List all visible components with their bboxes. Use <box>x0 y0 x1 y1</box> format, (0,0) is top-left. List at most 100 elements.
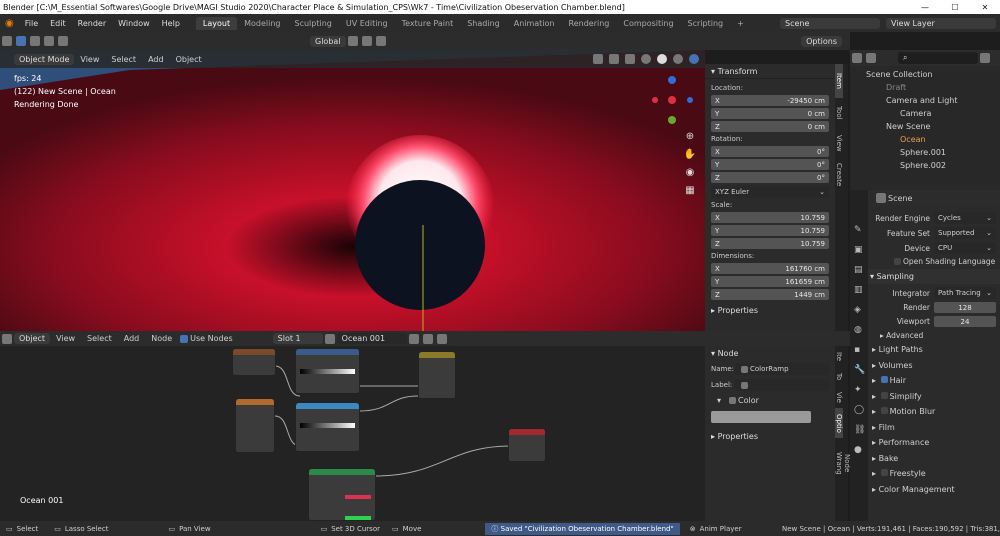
properties-header[interactable]: ▸ Properties <box>711 303 829 318</box>
duplicate-material-icon[interactable] <box>422 333 433 344</box>
object-tab-icon[interactable]: ▪ <box>854 340 864 360</box>
slot-dropdown[interactable]: Slot 1 <box>272 333 323 344</box>
select-extend-icon[interactable] <box>44 36 54 46</box>
shading-wireframe-icon[interactable] <box>641 54 651 64</box>
rotation-z-field[interactable]: Z 0° <box>711 172 829 183</box>
tab-texture-paint[interactable]: Texture Paint <box>395 17 461 30</box>
location-y-field[interactable]: Y0 cm <box>711 108 829 119</box>
node-tab-node-wrangler[interactable]: Node Wrang <box>835 438 851 488</box>
tab-create[interactable]: Create <box>835 158 843 192</box>
sampling-header[interactable]: ▾ Sampling <box>868 269 1000 284</box>
select-subtract-icon[interactable] <box>58 36 68 46</box>
outliner-scene-collection[interactable]: Scene Collection <box>850 68 1000 81</box>
minimize-icon[interactable]: — <box>910 3 940 12</box>
cancel-icon[interactable]: ⊗ <box>680 525 700 533</box>
view-layer-selector[interactable]: View Layer <box>886 17 996 29</box>
proportional-edit-icon[interactable] <box>375 36 386 46</box>
node-noise-texture[interactable] <box>235 398 275 453</box>
menu-help[interactable]: Help <box>156 19 186 28</box>
node-menu-view[interactable]: View <box>50 334 81 343</box>
node-editor[interactable]: Ocean 001 <box>0 346 705 521</box>
dimension-y-field[interactable]: Y 161659 cm <box>711 276 829 287</box>
snap-icon[interactable] <box>361 36 372 46</box>
menu-file[interactable]: File <box>19 19 44 28</box>
node-tab-item[interactable]: Ite <box>835 346 843 368</box>
node-tab-view[interactable]: Vie <box>835 386 843 408</box>
tab-view[interactable]: View <box>835 128 843 158</box>
physics-tab-icon[interactable]: ◯ <box>854 400 864 420</box>
motion-blur-header[interactable]: ▸ Motion Blur <box>872 404 996 420</box>
constraints-tab-icon[interactable]: ⛓ <box>854 420 865 440</box>
tab-rendering[interactable]: Rendering <box>562 17 617 30</box>
node-menu-add[interactable]: Add <box>118 334 146 343</box>
node-properties-header[interactable]: ▸ Properties <box>711 429 829 444</box>
maximize-icon[interactable]: ☐ <box>940 3 970 12</box>
display-mode-icon[interactable] <box>866 53 876 63</box>
tab-compositing[interactable]: Compositing <box>616 17 680 30</box>
node-menu-select[interactable]: Select <box>81 334 118 343</box>
outliner-type-icon[interactable] <box>852 53 862 63</box>
render-engine-dropdown[interactable]: Cycles ⌄ <box>934 212 996 224</box>
modifier-tab-icon[interactable]: 🔧 <box>854 360 865 380</box>
blender-logo-icon[interactable]: ◉ <box>0 18 19 29</box>
close-icon[interactable]: ✕ <box>970 3 1000 12</box>
viewport-menu-select[interactable]: Select <box>105 55 142 64</box>
scale-y-field[interactable]: Y 10.759 <box>711 225 829 236</box>
outliner-camera-and-light[interactable]: Camera and Light <box>850 94 1000 107</box>
integrator-dropdown[interactable]: Path Tracing ⌄ <box>934 287 996 299</box>
film-header[interactable]: ▸ Film <box>872 420 996 436</box>
transform-header[interactable]: ▾ Transform <box>705 64 835 79</box>
feature-set-dropdown[interactable]: Supported ⌄ <box>934 227 996 239</box>
scene-selector[interactable]: Scene <box>780 17 880 29</box>
material-field[interactable]: Ocean 001 <box>336 333 407 344</box>
device-dropdown[interactable]: CPU ⌄ <box>934 242 996 254</box>
editor-type-icon[interactable] <box>2 333 12 344</box>
anim-player-label[interactable]: Anim Player <box>700 525 742 533</box>
node-panel-header[interactable]: ▾ Node <box>705 346 835 361</box>
node-colorramp-2[interactable] <box>295 402 360 452</box>
node-material-output[interactable] <box>508 428 546 462</box>
node-menu-node[interactable]: Node <box>145 334 178 343</box>
outliner-camera[interactable]: Camera <box>850 107 1000 120</box>
material-tab-icon[interactable]: ● <box>854 440 864 460</box>
tab-uv-editing[interactable]: UV Editing <box>339 17 395 30</box>
advanced-subpanel[interactable]: ▸ Advanced <box>880 331 996 340</box>
tab-scripting[interactable]: Scripting <box>681 17 731 30</box>
fake-user-icon[interactable] <box>408 333 419 344</box>
tab-shading[interactable]: Shading <box>460 17 507 30</box>
simplify-header[interactable]: ▸ Simplify <box>872 389 996 405</box>
pivot-icon[interactable] <box>347 36 358 46</box>
select-tool-icon[interactable] <box>16 36 26 46</box>
unlink-material-icon[interactable] <box>436 333 447 344</box>
performance-header[interactable]: ▸ Performance <box>872 435 996 451</box>
menu-window[interactable]: Window <box>112 19 156 28</box>
gizmo-icon[interactable] <box>593 54 603 64</box>
zoom-icon[interactable]: ⊕ <box>683 128 697 146</box>
node-tab-options[interactable]: Optio <box>835 408 843 438</box>
location-x-field[interactable]: X -29450 cm <box>711 95 829 106</box>
scale-z-field[interactable]: Z 10.759 <box>711 238 829 249</box>
shading-rendered-icon[interactable] <box>689 54 699 64</box>
node-label-field[interactable] <box>735 379 829 391</box>
3d-viewport[interactable]: fps: 24 (122) New Scene | Ocean Renderin… <box>0 50 705 331</box>
outliner-ocean[interactable]: Ocean <box>850 133 1000 146</box>
node-principled-bsdf[interactable] <box>308 468 376 521</box>
node-tab-tool[interactable]: To <box>835 368 843 386</box>
viewport-menu-view[interactable]: View <box>74 55 105 64</box>
tab-layout[interactable]: Layout <box>195 16 238 30</box>
color-checkbox[interactable] <box>729 397 737 404</box>
transform-pivot-icon[interactable] <box>2 36 12 46</box>
node-color-swatch[interactable] <box>711 411 811 423</box>
node-colorramp-1[interactable] <box>295 348 360 394</box>
xray-icon[interactable] <box>625 54 635 64</box>
viewport-menu-object[interactable]: Object <box>170 55 208 64</box>
location-z-field[interactable]: Z0 cm <box>711 121 829 132</box>
node-tex-coordinate[interactable] <box>232 348 276 376</box>
hair-header[interactable]: ▸ Hair <box>872 373 996 389</box>
material-icon[interactable] <box>324 333 335 344</box>
viewport-menu-add[interactable]: Add <box>142 55 170 64</box>
tab-tool[interactable]: Tool <box>835 98 843 128</box>
color-management-header[interactable]: ▸ Color Management <box>872 482 996 498</box>
tab-animation[interactable]: Animation <box>507 17 562 30</box>
camera-view-icon[interactable]: ◉ <box>683 164 697 182</box>
